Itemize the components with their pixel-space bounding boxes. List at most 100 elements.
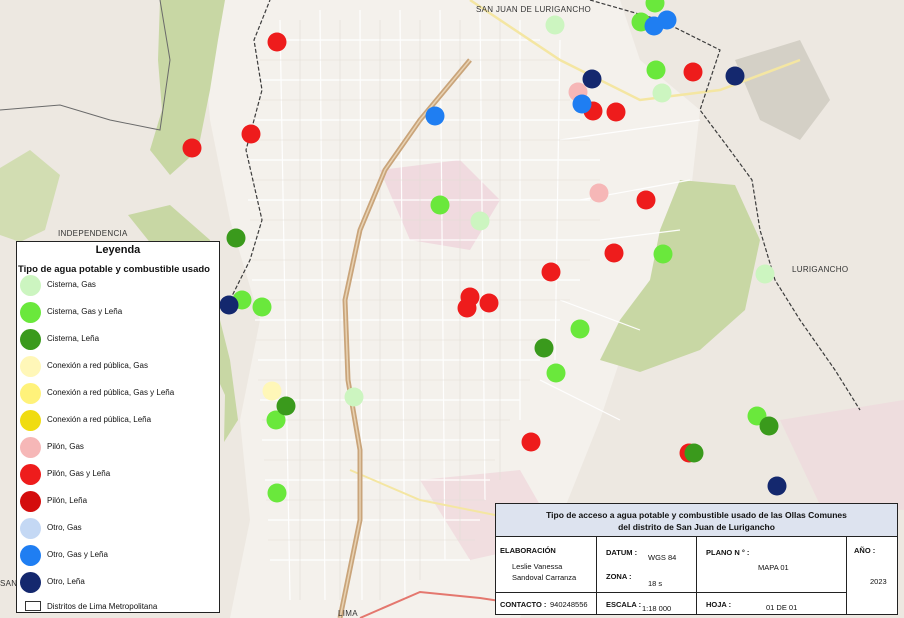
olla-comun-point[interactable] xyxy=(589,183,609,203)
olla-comun-point[interactable] xyxy=(344,387,364,407)
olla-comun-point[interactable] xyxy=(534,338,554,358)
legend-item: Pilón, Gas y Leña xyxy=(19,464,217,486)
district-boundary-swatch xyxy=(25,601,41,611)
olla-comun-point[interactable] xyxy=(725,66,745,86)
olla-comun-point[interactable] xyxy=(767,476,787,496)
legend: Leyenda Tipo de agua potable y combustib… xyxy=(16,241,220,613)
olla-comun-point[interactable] xyxy=(759,416,779,436)
legend-swatch xyxy=(20,275,41,296)
place-label-independencia: INDEPENDENCIA xyxy=(58,229,128,238)
legend-item: Conexión a red pública, Gas xyxy=(19,356,217,378)
legend-swatch xyxy=(20,383,41,404)
olla-comun-point[interactable] xyxy=(645,0,665,13)
legend-label: Cisterna, Gas y Leña xyxy=(47,307,123,316)
place-label-san: SAN xyxy=(0,579,17,588)
legend-label: Otro, Gas y Leña xyxy=(47,550,108,559)
olla-comun-point[interactable] xyxy=(470,211,490,231)
legend-swatch xyxy=(20,410,41,431)
olla-comun-point[interactable] xyxy=(653,244,673,264)
olla-comun-point[interactable] xyxy=(546,363,566,383)
escala-value: 1:18 000 xyxy=(642,604,672,613)
olla-comun-point[interactable] xyxy=(252,297,272,317)
olla-comun-point[interactable] xyxy=(636,190,656,210)
legend-swatch xyxy=(20,464,41,485)
olla-comun-point[interactable] xyxy=(521,432,541,452)
olla-comun-point[interactable] xyxy=(425,106,445,126)
olla-comun-point[interactable] xyxy=(652,83,672,103)
map-title-block: Tipo de acceso a agua potable y combusti… xyxy=(495,503,898,615)
olla-comun-point[interactable] xyxy=(219,295,239,315)
district-boundary-west xyxy=(0,0,171,131)
olla-comun-point[interactable] xyxy=(541,262,561,282)
olla-comun-point[interactable] xyxy=(683,62,703,82)
legend-swatch xyxy=(20,329,41,350)
legend-item: Otro, Gas y Leña xyxy=(19,545,217,567)
olla-comun-point[interactable] xyxy=(226,228,246,248)
hill-northeast xyxy=(735,40,830,140)
elaboracion-label: ELABORACIÓN xyxy=(500,546,556,555)
map-title-line2: del distrito de San Juan de Lurigancho xyxy=(618,522,775,532)
legend-item: Pilón, Leña xyxy=(19,491,217,513)
legend-swatch xyxy=(20,518,41,539)
legend-label: Conexión a red pública, Gas xyxy=(47,361,148,370)
legend-label: Pilón, Leña xyxy=(47,496,88,505)
olla-comun-point[interactable] xyxy=(684,443,704,463)
legend-swatch xyxy=(20,491,41,512)
hoja-label: HOJA : xyxy=(706,600,732,609)
legend-label: Cisterna, Gas xyxy=(47,280,96,289)
legend-swatch xyxy=(20,302,41,323)
olla-comun-point[interactable] xyxy=(582,69,602,89)
place-label-sjl: SAN JUAN DE LURIGANCHO xyxy=(476,5,591,14)
anio-label: AÑO : xyxy=(854,546,876,555)
olla-comun-point[interactable] xyxy=(457,298,477,318)
legend-item: Cisterna, Gas y Leña xyxy=(19,302,217,324)
plano-label: PLANO N ° : xyxy=(706,548,750,557)
olla-comun-point[interactable] xyxy=(430,195,450,215)
legend-label: Cisterna, Leña xyxy=(47,334,100,343)
olla-comun-point[interactable] xyxy=(241,124,261,144)
legend-label: Otro, Gas xyxy=(47,523,82,532)
anio-value: 2023 xyxy=(870,577,887,586)
legend-item: Otro, Leña xyxy=(19,572,217,594)
zona-value: 18 s xyxy=(648,579,663,588)
map-title: Tipo de acceso a agua potable y combusti… xyxy=(496,504,897,537)
plano-value: MAPA 01 xyxy=(758,563,789,572)
legend-label: Pilón, Gas xyxy=(47,442,84,451)
olla-comun-point[interactable] xyxy=(644,16,664,36)
olla-comun-point[interactable] xyxy=(646,60,666,80)
place-label-lurigancho: LURIGANCHO xyxy=(792,265,848,274)
pink-block-southeast xyxy=(780,400,904,510)
place-label-lima: LIMA xyxy=(338,609,358,618)
olla-comun-point[interactable] xyxy=(262,381,282,401)
hill-west xyxy=(0,150,60,242)
legend-item: Pilón, Gas xyxy=(19,437,217,459)
olla-comun-point[interactable] xyxy=(604,243,624,263)
elaboracion-value-1: Leslie Vanessa xyxy=(512,562,563,571)
contacto-value: 940248556 xyxy=(550,600,588,609)
legend-item: Cisterna, Gas xyxy=(19,275,217,297)
olla-comun-point[interactable] xyxy=(755,264,775,284)
hoja-value: 01 DE 01 xyxy=(766,603,798,612)
contacto-label: CONTACTO : xyxy=(500,600,547,609)
olla-comun-point[interactable] xyxy=(572,94,592,114)
legend-label: Conexión a red pública, Leña xyxy=(47,415,152,424)
legend-subtitle: Tipo de agua potable y combustible usado xyxy=(18,264,210,275)
legend-item: Conexión a red pública, Gas y Leña xyxy=(19,383,217,405)
olla-comun-point[interactable] xyxy=(182,138,202,158)
zona-label: ZONA : xyxy=(606,572,632,581)
olla-comun-point[interactable] xyxy=(606,102,626,122)
legend-title: Leyenda xyxy=(95,244,141,256)
legend-swatch xyxy=(20,356,41,377)
olla-comun-point[interactable] xyxy=(545,15,565,35)
legend-item: Otro, Gas xyxy=(19,518,217,540)
olla-comun-point[interactable] xyxy=(276,396,296,416)
legend-swatch xyxy=(20,545,41,566)
olla-comun-point[interactable] xyxy=(570,319,590,339)
olla-comun-point[interactable] xyxy=(267,32,287,52)
legend-swatch xyxy=(20,437,41,458)
olla-comun-point[interactable] xyxy=(267,483,287,503)
legend-item: Cisterna, Leña xyxy=(19,329,217,351)
legend-label: Otro, Leña xyxy=(47,577,85,586)
olla-comun-point[interactable] xyxy=(479,293,499,313)
district-boundary-label: Distritos de Lima Metropolitana xyxy=(47,602,158,611)
